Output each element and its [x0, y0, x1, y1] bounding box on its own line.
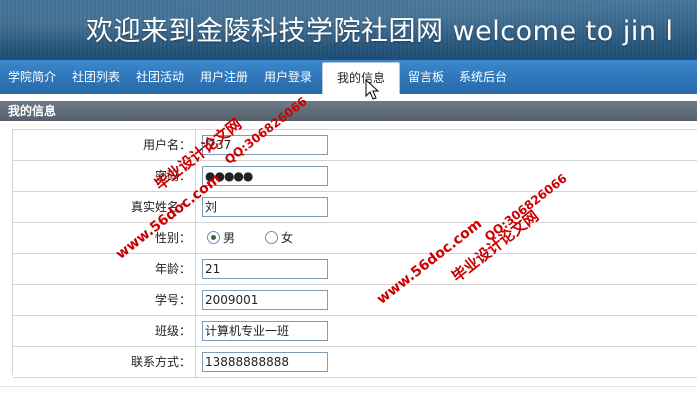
realname-input[interactable]: 刘: [202, 197, 328, 217]
header-banner: 欢迎来到金陵科技学院社团网 welcome to jin l: [0, 0, 697, 58]
password-label: 密码：: [13, 161, 196, 191]
form-row-gender: 性别： 男 女: [13, 223, 697, 254]
nav-item-club-list[interactable]: 社团列表: [72, 60, 120, 94]
nav-item-message-board[interactable]: 留言板: [408, 60, 444, 94]
site-title: 欢迎来到金陵科技学院社团网 welcome to jin l: [86, 16, 674, 47]
nav-item-login[interactable]: 用户登录: [264, 60, 312, 94]
form-row-class: 班级： 计算机专业一班: [13, 316, 697, 347]
gender-label: 性别：: [13, 223, 196, 253]
class-label: 班级：: [13, 316, 196, 346]
age-input[interactable]: 21: [202, 259, 328, 279]
page-divider: [0, 386, 697, 387]
mouse-cursor-icon: [365, 79, 379, 100]
contact-input[interactable]: 13888888888: [202, 352, 328, 372]
nav-item-admin[interactable]: 系统后台: [459, 60, 507, 94]
nav-item-club-activities[interactable]: 社团活动: [136, 60, 184, 94]
realname-label: 真实姓名：: [13, 192, 196, 222]
username-label: 用户名：: [13, 130, 196, 160]
class-input[interactable]: 计算机专业一班: [202, 321, 328, 341]
password-input[interactable]: ●●●●●: [202, 166, 328, 186]
form-row-age: 年龄： 21: [13, 254, 697, 285]
nav-item-register[interactable]: 用户注册: [200, 60, 248, 94]
form-row-student-id: 学号： 2009001: [13, 285, 697, 316]
contact-label: 联系方式：: [13, 347, 196, 377]
form-row-contact: 联系方式： 13888888888: [13, 347, 697, 378]
section-title: 我的信息: [0, 101, 697, 121]
form-row-password: 密码： ●●●●●: [13, 161, 697, 192]
nav-item-my-info[interactable]: 我的信息: [322, 62, 400, 94]
gender-male-radio[interactable]: [207, 231, 220, 244]
age-label: 年龄：: [13, 254, 196, 284]
gender-female-radio[interactable]: [265, 231, 278, 244]
main-nav: 学院简介 社团列表 社团活动 用户注册 用户登录 我的信息 留言板 系统后台: [0, 58, 697, 94]
student-id-label: 学号：: [13, 285, 196, 315]
gender-female-label: 女: [281, 231, 294, 245]
username-input[interactable]: l237: [202, 135, 328, 155]
nav-item-college-intro[interactable]: 学院简介: [8, 60, 56, 94]
gender-male-label: 男: [223, 231, 236, 245]
student-id-input[interactable]: 2009001: [202, 290, 328, 310]
form-row-username: 用户名： l237: [13, 130, 697, 161]
form-row-realname: 真实姓名： 刘: [13, 192, 697, 223]
my-info-form: 用户名： l237 密码： ●●●●● 真实姓名： 刘 性别： 男 女 年龄： …: [12, 129, 697, 378]
